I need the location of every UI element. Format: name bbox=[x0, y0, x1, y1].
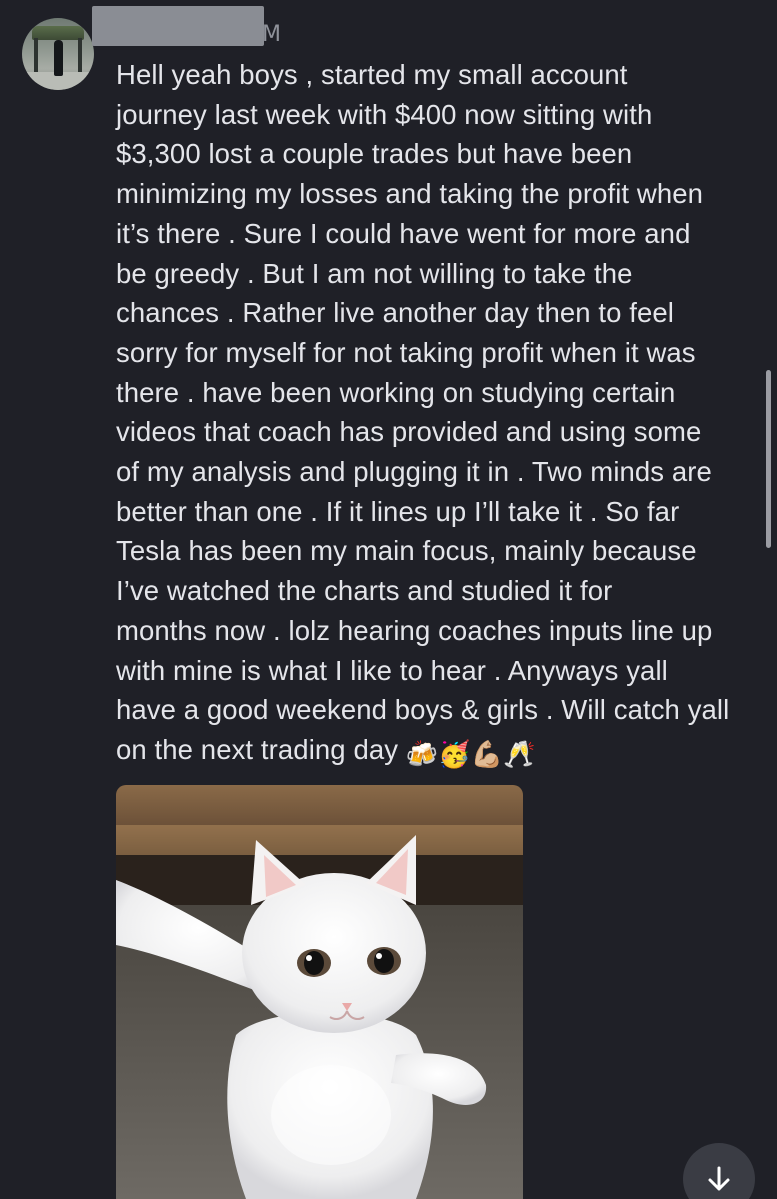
flexed-biceps-emoji: 💪🏼 bbox=[470, 738, 504, 769]
message-text: Hell yeah boys , started my small accoun… bbox=[116, 59, 730, 765]
message-body[interactable]: Hell yeah boys , started my small accoun… bbox=[116, 55, 756, 770]
scrollbar[interactable] bbox=[766, 370, 771, 548]
message-timestamp: M bbox=[262, 22, 281, 47]
beer-mugs-emoji: 🍻 bbox=[405, 738, 439, 769]
author-name-redacted[interactable] bbox=[92, 6, 264, 46]
avatar-pillar-left bbox=[34, 38, 38, 72]
jump-to-present-button[interactable] bbox=[683, 1143, 755, 1199]
chat-screen: M Hell yeah boys , started my small acco… bbox=[0, 0, 777, 1199]
white-cat-dancing-gif bbox=[116, 785, 523, 1199]
avatar-person bbox=[54, 40, 63, 76]
party-face-emoji: 🥳 bbox=[438, 738, 471, 769]
arrow-down-icon bbox=[708, 1166, 730, 1191]
champagne-glasses-emoji: 🥂 bbox=[503, 738, 536, 769]
avatar-pillar-right bbox=[78, 38, 82, 72]
avatar-canopy bbox=[32, 26, 84, 40]
author-avatar[interactable] bbox=[22, 18, 94, 90]
gif-attachment[interactable] bbox=[116, 785, 523, 1199]
message-emojis: 🍻🥳💪🏼🥂 bbox=[405, 734, 536, 769]
